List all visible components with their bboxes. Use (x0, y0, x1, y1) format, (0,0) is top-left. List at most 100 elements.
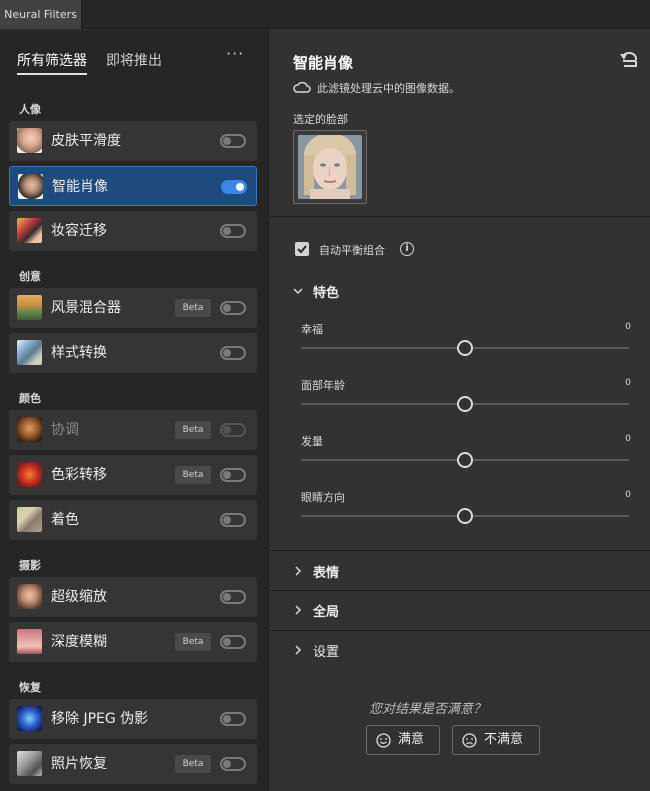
beta-badge: Beta (175, 421, 211, 439)
filter-item-color-transfer[interactable]: 色彩转移 Beta (9, 455, 257, 495)
filter-toggle[interactable] (220, 468, 246, 482)
filter-item-jpeg-artifact-removal[interactable]: 移除 JPEG 伪影 (9, 699, 257, 739)
category-color: 颜色 (19, 392, 41, 405)
divider (269, 550, 650, 551)
chevron-right-icon[interactable] (293, 645, 303, 655)
filter-thumbnail-icon (17, 507, 42, 532)
filter-thumbnail-icon (17, 128, 42, 153)
slider-value: 0 (625, 434, 631, 444)
filter-item-label: 深度模糊 (51, 634, 107, 650)
beta-badge: Beta (175, 466, 211, 484)
slider-value: 0 (625, 378, 631, 388)
frown-icon (462, 733, 477, 748)
section-settings-header[interactable]: 设置 (313, 641, 339, 660)
divider (269, 216, 650, 217)
slider-handle[interactable] (457, 452, 473, 468)
slider-label: 眼睛方向 (301, 491, 345, 504)
filter-item-super-zoom[interactable]: 超级缩放 (9, 577, 257, 617)
slider-value: 0 (625, 322, 631, 332)
filter-item-label: 超级缩放 (51, 589, 107, 605)
filter-toggle[interactable] (220, 712, 246, 726)
filter-toggle[interactable] (220, 513, 246, 527)
dissatisfied-label: 不满意 (484, 732, 524, 747)
more-options-icon[interactable]: ··· (226, 44, 244, 63)
slider-label: 面部年龄 (301, 379, 345, 392)
filter-item-style-transfer[interactable]: 样式转换 (9, 333, 257, 373)
filter-item-label: 色彩转移 (51, 467, 107, 483)
category-restoration: 恢复 (19, 681, 41, 694)
divider (269, 630, 650, 631)
chevron-right-icon[interactable] (293, 605, 303, 615)
category-photography: 摄影 (19, 559, 41, 572)
cloud-icon (293, 81, 311, 93)
filter-toggle[interactable] (220, 635, 246, 649)
slider-label: 幸福 (301, 323, 323, 336)
category-creative: 创意 (19, 270, 41, 283)
category-portrait: 人像 (19, 103, 41, 116)
filter-toggle[interactable] (220, 224, 246, 238)
filter-toggle[interactable] (220, 423, 246, 437)
filter-toggle[interactable] (220, 301, 246, 315)
filter-toggle[interactable] (220, 757, 246, 771)
filter-thumbnail-icon (17, 340, 42, 365)
filter-item-colorize[interactable]: 着色 (9, 500, 257, 540)
reset-icon[interactable] (619, 52, 639, 70)
filter-item-depth-blur[interactable]: 深度模糊 Beta (9, 622, 257, 662)
filter-item-harmonization[interactable]: 协调 Beta (9, 410, 257, 450)
tab-bar: Neural Filters (0, 0, 650, 29)
section-expression-header[interactable]: 表情 (313, 562, 339, 581)
beta-badge: Beta (175, 299, 211, 317)
filter-list-panel: 所有筛选器 即将推出 ··· 人像 皮肤平滑度 智能肖像 妆容迁移 创意 风景混… (0, 30, 268, 791)
cloud-processing-note: 此滤镜处理云中的图像数据。 (317, 82, 460, 95)
filter-item-landscape-mixer[interactable]: 风景混合器 Beta (9, 288, 257, 328)
filter-toggle[interactable] (220, 590, 246, 604)
satisfied-label: 满意 (398, 732, 425, 747)
filter-thumbnail-icon (17, 417, 42, 442)
satisfied-button[interactable]: 满意 (366, 725, 440, 755)
slider-handle[interactable] (457, 340, 473, 356)
section-features-header[interactable]: 特色 (313, 282, 339, 301)
slider-value: 0 (625, 490, 631, 500)
chevron-down-icon[interactable] (293, 286, 303, 296)
filter-toggle[interactable] (221, 180, 247, 194)
info-icon[interactable]: i (400, 242, 414, 256)
tab-all-filters[interactable]: 所有筛选器 (17, 50, 87, 70)
filter-thumbnail-icon (18, 174, 43, 199)
filter-item-makeup-transfer[interactable]: 妆容迁移 (9, 211, 257, 251)
filter-thumbnail-icon (17, 295, 42, 320)
divider (269, 590, 650, 591)
filter-item-smart-portrait[interactable]: 智能肖像 (9, 166, 257, 206)
filter-title: 智能肖像 (293, 54, 354, 72)
feedback-question: 您对结果是否满意？ (369, 702, 487, 717)
filter-item-label: 着色 (51, 512, 79, 528)
auto-balance-checkbox[interactable] (295, 242, 309, 256)
filter-item-skin-smoothing[interactable]: 皮肤平滑度 (9, 121, 257, 161)
tab-coming-soon[interactable]: 即将推出 (106, 50, 162, 70)
face-image (298, 135, 362, 199)
filter-thumbnail-icon (17, 706, 42, 731)
filter-item-label: 照片恢复 (51, 756, 107, 772)
filter-toggle[interactable] (220, 346, 246, 360)
chevron-right-icon[interactable] (293, 566, 303, 576)
filter-thumbnail-icon (17, 218, 42, 243)
filter-thumbnail-icon (17, 462, 42, 487)
filter-thumbnail-icon (17, 751, 42, 776)
slider-handle[interactable] (457, 396, 473, 412)
selected-face-thumbnail[interactable] (293, 130, 367, 204)
panel-tab-neural-filters[interactable]: Neural Filters (0, 0, 82, 29)
filter-item-label: 妆容迁移 (51, 223, 107, 239)
filter-settings-panel: 智能肖像 此滤镜处理云中的图像数据。 选定的脸部 自动平衡组合 i 特色 幸福 … (268, 30, 650, 791)
filter-item-photo-restoration[interactable]: 照片恢复 Beta (9, 744, 257, 784)
smile-icon (376, 733, 391, 748)
beta-badge: Beta (175, 633, 211, 651)
auto-balance-label: 自动平衡组合 (319, 244, 385, 257)
slider-handle[interactable] (457, 508, 473, 524)
filter-toggle[interactable] (220, 134, 246, 148)
dissatisfied-button[interactable]: 不满意 (452, 725, 540, 755)
selected-face-label: 选定的脸部 (293, 113, 348, 126)
filter-item-label: 移除 JPEG 伪影 (51, 711, 149, 727)
filter-item-label: 样式转换 (51, 345, 107, 361)
section-global-header[interactable]: 全局 (313, 601, 339, 620)
filter-thumbnail-icon (17, 629, 42, 654)
slider-label: 发量 (301, 435, 323, 448)
